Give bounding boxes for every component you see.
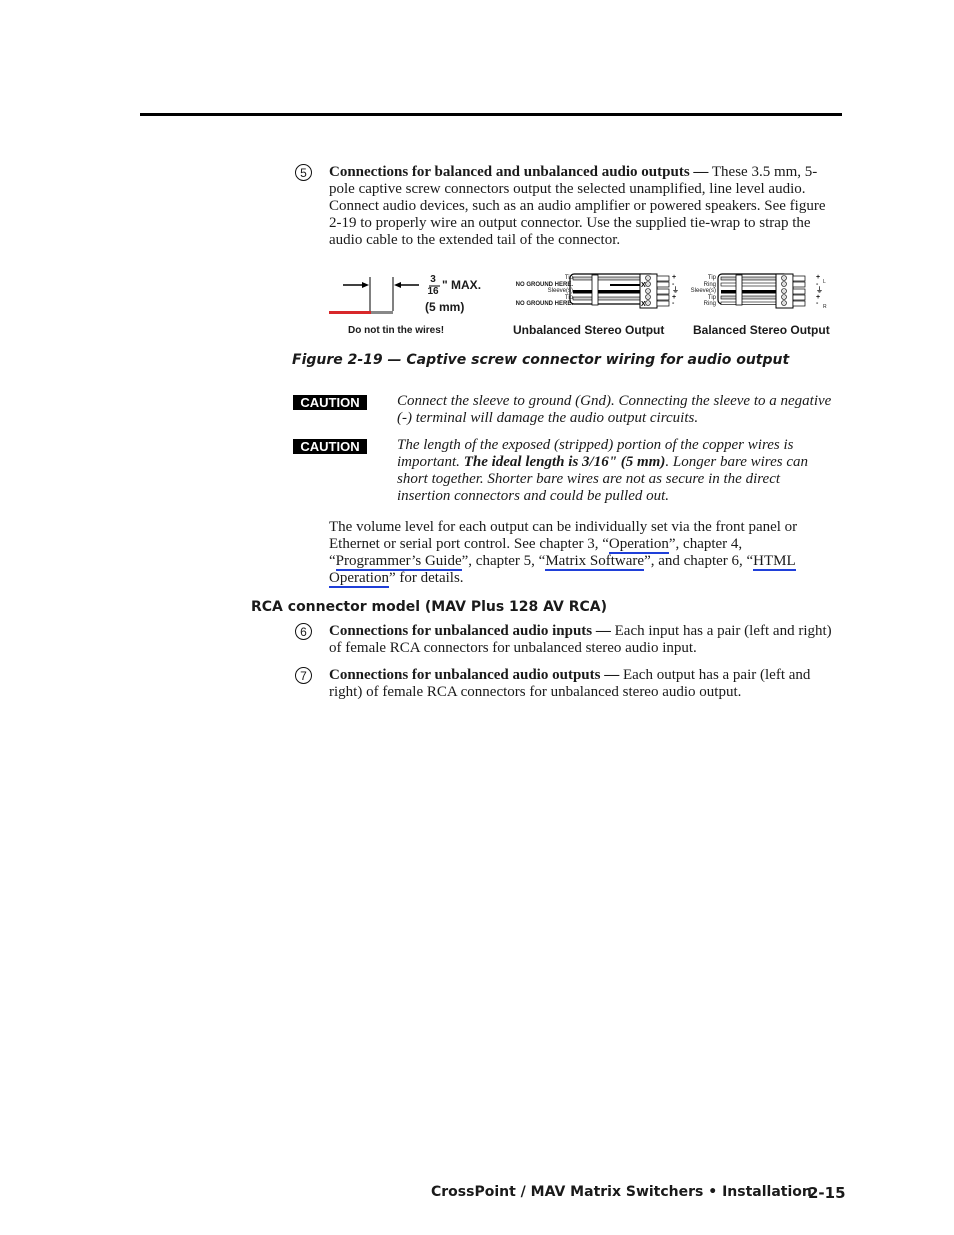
caution-text: The length of the exposed (stripped) por… [397,437,837,505]
footer-title: CrossPoint / MAV Matrix Switchers • Inst… [431,1184,812,1200]
polarity-mark: - [816,300,819,307]
item-5-heading: Connections for balanced and unbalanced … [329,164,709,180]
item-7-heading: Connections for unbalanced audio outputs… [329,667,620,683]
svg-text:X: X [641,301,646,308]
wiring-figure: X X 3 16 " MAX. (5 mm) Do not tin the wi… [325,270,845,345]
text-run: ”, and chapter 6, “ [644,553,754,569]
fraction-numerator: 3 [430,274,436,285]
caution-text: Connect the sleeve to ground (Gnd). Conn… [397,393,832,426]
item-number-badge: 6 [295,623,312,640]
wire-label: Ring [703,301,716,307]
caution-badge: CAUTION [293,395,367,410]
strip-max-label: " MAX. [442,278,482,292]
balanced-polarity: + - ⏚ + - [816,274,823,308]
item-7-text: Connections for unbalanced audio outputs… [329,667,834,701]
strip-mm-label: (5 mm) [425,300,465,314]
unbalanced-title: Unbalanced Stereo Output [513,323,665,337]
figure-caption: Figure 2-19 — Captive screw connector wi… [292,352,790,368]
balanced-wire-labels: Tip Ring Sleeve(s) Tip Ring [665,275,716,308]
item-number-badge: 5 [295,164,312,181]
item-6-heading: Connections for unbalanced audio inputs … [329,623,611,639]
item-number-badge: 7 [295,667,312,684]
text-run: ” for details. [388,570,464,586]
unbalanced-wire-labels: Tip NO GROUND HERE. Sleeve(s) Tip NO GRO… [495,275,573,308]
page-number: 2-15 [808,1184,846,1202]
strip-length-diagram [329,277,440,314]
balanced-connector-drawing [717,273,806,309]
caution-badge: CAUTION [293,439,367,454]
svg-text:X: X [641,282,646,289]
fraction-denominator: 16 [427,286,439,297]
link-operation[interactable]: Operation [608,536,669,554]
section-heading-rca: RCA connector model (MAV Plus 128 AV RCA… [251,599,608,615]
strip-note: Do not tin the wires! [348,325,445,336]
link-matrix-software[interactable]: Matrix Software [545,553,645,571]
wire-label: NO GROUND HERE. [515,301,573,307]
channel-left-label: L [823,279,826,285]
strip-fraction: 3 16 [426,275,440,297]
channel-right-label: R [823,304,827,310]
unbalanced-connector-drawing: X X [569,273,670,309]
balanced-title: Balanced Stereo Output [693,323,830,337]
link-programmers-guide[interactable]: Programmer’s Guide [335,553,462,571]
wire-insulation [329,311,371,314]
caution-text-emphasis: The ideal length is 3/16" (5 mm) [463,454,666,470]
volume-paragraph: The volume level for each output can be … [329,519,834,588]
bare-wire [371,311,393,314]
item-6-text: Connections for unbalanced audio inputs … [329,623,834,657]
item-5-text: Connections for balanced and unbalanced … [329,164,834,249]
header-rule [140,113,842,116]
text-run: ”, chapter 5, “ [461,553,546,569]
